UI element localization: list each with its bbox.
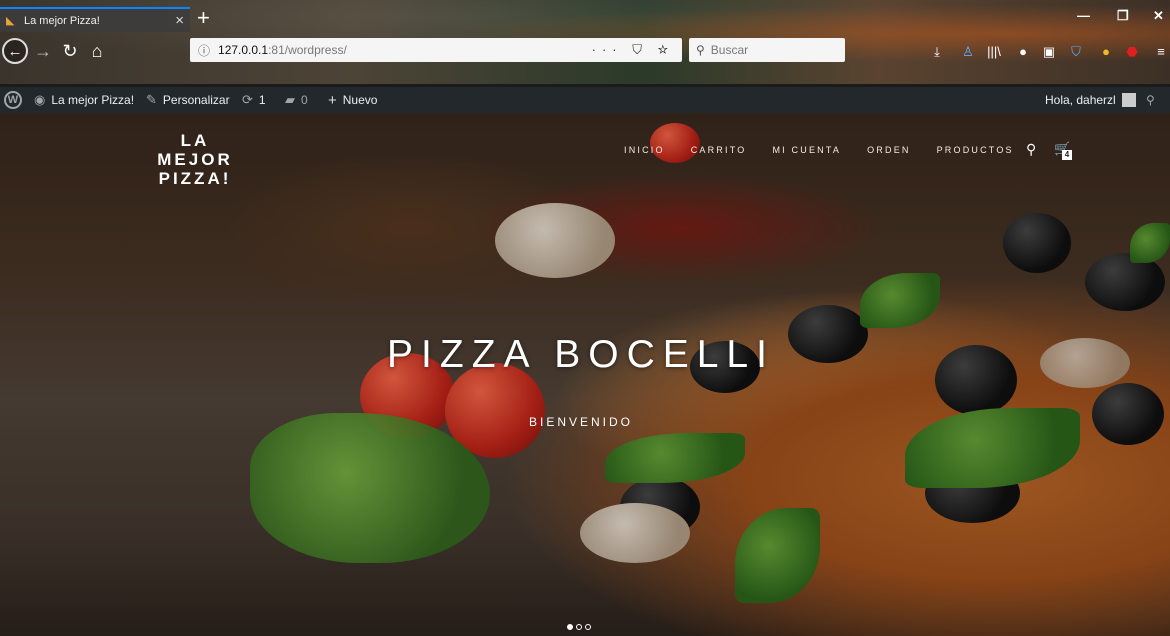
url-path: /wordpress/ <box>284 43 347 57</box>
slider-dots <box>567 624 594 630</box>
restore-icon[interactable]: ❐ <box>1117 8 1129 24</box>
tab-title: La mejor Pizza! <box>24 14 100 27</box>
hero-title: PIZZA BOCELLI <box>387 333 775 376</box>
hero-subtitle: BIENVENIDO <box>528 415 633 429</box>
menu-icon[interactable]: ≡ <box>1153 44 1169 60</box>
brush-icon: ✎ <box>146 92 157 107</box>
search-placeholder: Buscar <box>710 43 749 57</box>
home-icon[interactable]: ⌂ <box>84 38 110 64</box>
comment-icon: ▰ <box>285 92 295 107</box>
hero-slider: LA MEJOR PIZZA! INICIO CARRITO MI CUENTA… <box>0 113 1170 636</box>
user-account-link[interactable]: Hola, daherzl <box>1045 87 1136 113</box>
new-content-link[interactable]: + Nuevo <box>328 87 377 113</box>
forward-arrow-icon[interactable]: → <box>30 38 56 64</box>
site-brand[interactable]: LA MEJOR PIZZA! <box>140 131 250 188</box>
nav-item-mi-cuenta[interactable]: MI CUENTA <box>772 145 841 155</box>
browser-chrome: ◣ La mejor Pizza! × + — ❐ ✕ ← → ↻ ⌂ ⓘ 12… <box>0 0 1170 84</box>
nav-item-productos[interactable]: PRODUCTOS <box>937 145 1014 155</box>
back-arrow-icon[interactable]: ← <box>2 38 28 64</box>
search-bar[interactable]: ⚲ Buscar <box>689 38 845 62</box>
comments-count: 0 <box>301 93 308 107</box>
browser-toolbar: ← → ↻ ⌂ ⓘ 127.0.0.1:81/wordpress/ ··· ⛉ … <box>0 36 1170 66</box>
sidebar-icon[interactable]: ▣ <box>1041 44 1057 60</box>
page-actions-icon[interactable]: ··· ⛉ ☆ <box>592 42 674 58</box>
minimize-icon[interactable]: — <box>1077 8 1090 23</box>
admin-search-icon[interactable]: ⚲ <box>1146 87 1155 113</box>
extension-icon[interactable]: ♙ <box>960 44 976 60</box>
window-close-icon[interactable]: ✕ <box>1153 8 1164 24</box>
avatar <box>1121 93 1136 107</box>
slider-dot[interactable] <box>585 624 591 630</box>
search-icon[interactable]: ⚲ <box>1026 141 1036 158</box>
coin-extension-icon[interactable]: ● <box>1098 44 1114 60</box>
circle-extension-icon[interactable]: ● <box>1015 44 1031 60</box>
greeting: Hola, daherzl <box>1045 93 1116 107</box>
customize-link[interactable]: ✎ Personalizar <box>146 87 230 113</box>
address-bar[interactable]: ⓘ 127.0.0.1:81/wordpress/ ··· ⛉ ☆ <box>190 38 682 62</box>
site-info-icon[interactable]: ⓘ <box>198 42 210 59</box>
plus-icon: + <box>328 91 337 109</box>
admin-site-name[interactable]: ◉ La mejor Pizza! <box>34 87 134 113</box>
reload-icon[interactable]: ↻ <box>57 38 83 64</box>
library-icon[interactable]: |||\ <box>986 44 1002 60</box>
adblock-icon[interactable]: ⬣ <box>1124 44 1140 60</box>
slider-dot[interactable] <box>576 624 582 630</box>
wp-admin-bar: W ◉ La mejor Pizza! ✎ Personalizar ⟳ 1 ▰… <box>0 87 1170 113</box>
url-port: :81 <box>268 43 285 57</box>
new-label: Nuevo <box>342 93 378 107</box>
wordpress-logo-icon: W <box>4 91 22 109</box>
search-icon: ⚲ <box>696 43 705 57</box>
main-nav: INICIO CARRITO MI CUENTA ORDEN PRODUCTOS <box>624 145 1040 155</box>
dashboard-icon: ◉ <box>34 92 46 107</box>
nav-item-inicio[interactable]: INICIO <box>624 145 665 155</box>
tab-close-icon[interactable]: × <box>175 12 184 29</box>
wp-menu[interactable]: W <box>4 87 22 113</box>
nav-item-carrito[interactable]: CARRITO <box>691 145 747 155</box>
download-icon[interactable]: ⤓ <box>929 44 945 60</box>
pizza-favicon-icon: ◣ <box>6 14 15 27</box>
updates-link[interactable]: ⟳ 1 <box>242 87 266 113</box>
comments-link[interactable]: ▰ 0 <box>285 87 308 113</box>
new-tab-button[interactable]: + <box>197 6 210 30</box>
slider-dot[interactable] <box>567 624 573 630</box>
browser-tab[interactable]: ◣ La mejor Pizza! × <box>0 7 190 32</box>
customize-label: Personalizar <box>162 93 230 107</box>
updates-icon: ⟳ <box>242 92 253 107</box>
updates-count: 1 <box>258 93 266 107</box>
url-host: 127.0.0.1 <box>218 43 269 57</box>
cart-count-badge: 4 <box>1062 150 1072 160</box>
nav-item-orden[interactable]: ORDEN <box>867 145 911 155</box>
admin-site-name-label: La mejor Pizza! <box>51 93 135 107</box>
shield-icon[interactable]: ⛉ <box>1068 44 1084 60</box>
